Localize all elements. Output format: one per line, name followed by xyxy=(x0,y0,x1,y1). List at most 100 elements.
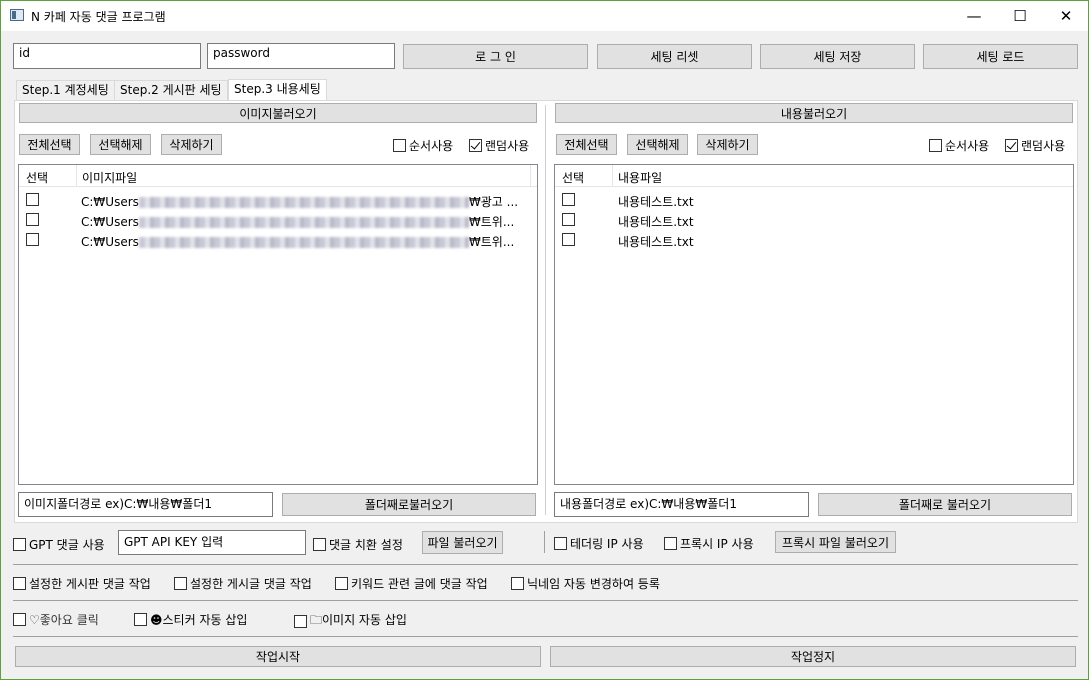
content-select-all-button[interactable]: 전체선택 xyxy=(556,134,617,155)
tab-step3-content[interactable]: Step.3 내용세팅 xyxy=(228,79,327,102)
checkbox-label: 테더링 IP 사용 xyxy=(570,537,644,551)
checkbox-box xyxy=(335,577,348,590)
board-comment-checkbox[interactable]: 설정한 게시판 댓글 작업 xyxy=(13,575,151,592)
path-prefix: C:₩Users xyxy=(81,235,139,249)
image-file-path: C:₩Users ₩트위... xyxy=(81,213,531,230)
image-random-use-checkbox[interactable]: 랜덤사용 xyxy=(469,137,529,154)
comment-replace-checkbox[interactable]: 댓글 치환 설정 xyxy=(313,536,403,553)
checkbox-label: GPT 댓글 사용 xyxy=(29,538,105,552)
checkbox-box xyxy=(13,538,26,551)
checkbox-label: 키워드 관련 글에 댓글 작업 xyxy=(351,577,488,591)
checkbox-box xyxy=(929,139,942,152)
list-item[interactable]: C:₩Users ₩트위... xyxy=(19,230,537,250)
content-file-name: 내용테스트.txt xyxy=(618,195,694,209)
path-prefix: C:₩Users xyxy=(81,195,139,209)
file-load-button[interactable]: 파일 불러오기 xyxy=(422,531,503,554)
checkbox-label: 랜덤사용 xyxy=(1021,139,1066,153)
checkbox-box xyxy=(13,613,26,626)
checkbox-box xyxy=(13,577,26,590)
checkbox-label: 랜덤사용 xyxy=(485,139,530,153)
tab-step1-account[interactable]: Step.1 계정세팅 xyxy=(16,80,115,101)
proxy-ip-checkbox[interactable]: 프록시 IP 사용 xyxy=(664,535,754,552)
column-header-select: 선택 xyxy=(562,171,585,185)
option-divider xyxy=(544,531,545,553)
password-input[interactable]: password xyxy=(207,43,395,69)
redacted-path xyxy=(138,197,469,208)
checkbox-box xyxy=(511,577,524,590)
checkbox-label: ♡좋아요 클릭 xyxy=(29,613,99,627)
id-input[interactable]: id xyxy=(13,43,201,69)
checkbox-box xyxy=(174,577,187,590)
row-checkbox[interactable] xyxy=(26,233,39,246)
image-select-all-button[interactable]: 전체선택 xyxy=(19,134,80,155)
row-checkbox[interactable] xyxy=(26,213,39,226)
list-item[interactable]: 내용테스트.txt xyxy=(555,210,1073,230)
stop-job-button[interactable]: 작업정지 xyxy=(550,646,1076,667)
content-deselect-button[interactable]: 선택해제 xyxy=(627,134,688,155)
panel-divider xyxy=(545,105,546,515)
start-job-button[interactable]: 작업시작 xyxy=(15,646,541,667)
settings-load-button[interactable]: 세팅 로드 xyxy=(923,44,1078,69)
content-delete-button[interactable]: 삭제하기 xyxy=(697,134,758,155)
image-folder-load-button[interactable]: 폴더째로불러오기 xyxy=(282,493,536,516)
path-suffix: ₩트위... xyxy=(468,215,515,229)
content-file-name: 내용테스트.txt xyxy=(618,235,694,249)
content-random-use-checkbox[interactable]: 랜덤사용 xyxy=(1005,137,1065,154)
content-order-use-checkbox[interactable]: 순서사용 xyxy=(929,137,989,154)
settings-reset-button[interactable]: 세팅 리셋 xyxy=(597,44,752,69)
list-item[interactable]: 내용테스트.txt xyxy=(555,230,1073,250)
content-folder-load-button[interactable]: 폴더째로 불러오기 xyxy=(818,493,1072,516)
tethering-ip-checkbox[interactable]: 테더링 IP 사용 xyxy=(554,535,644,552)
image-insert-checkbox[interactable]: 🗀이미지 자동 삽입 xyxy=(294,611,407,632)
redacted-path xyxy=(138,217,469,228)
gpt-comment-checkbox[interactable]: GPT 댓글 사용 xyxy=(13,536,105,553)
title-bar: N 카페 자동 댓글 프로그램 — ☐ ✕ xyxy=(1,1,1088,31)
image-load-button[interactable]: 이미지불러오기 xyxy=(19,103,537,123)
column-divider xyxy=(530,165,531,187)
path-prefix: C:₩Users xyxy=(81,215,139,229)
checkbox-label: 🗀이미지 자동 삽입 xyxy=(310,613,407,627)
gpt-api-key-input[interactable]: GPT API KEY 입력 xyxy=(118,530,306,555)
minimize-button[interactable]: — xyxy=(951,1,997,31)
close-button[interactable]: ✕ xyxy=(1043,1,1089,31)
maximize-button[interactable]: ☐ xyxy=(997,1,1043,31)
login-button[interactable]: 로 그 인 xyxy=(403,44,588,69)
content-folder-path-input[interactable]: 내용폴더경로 ex)C:₩내용₩폴더1 xyxy=(554,492,809,517)
sticker-insert-checkbox[interactable]: ☻스티커 자동 삽입 xyxy=(134,611,247,628)
post-comment-checkbox[interactable]: 설정한 게시글 댓글 작업 xyxy=(174,575,312,592)
row-checkbox[interactable] xyxy=(562,213,575,226)
row-checkbox[interactable] xyxy=(26,193,39,206)
checkbox-label: 설정한 게시판 댓글 작업 xyxy=(29,577,151,591)
path-suffix: ₩트위... xyxy=(468,235,515,249)
settings-save-button[interactable]: 세팅 저장 xyxy=(760,44,915,69)
row-checkbox[interactable] xyxy=(562,193,575,206)
image-delete-button[interactable]: 삭제하기 xyxy=(161,134,222,155)
app-window: N 카페 자동 댓글 프로그램 — ☐ ✕ id password 로 그 인 … xyxy=(0,0,1089,680)
image-order-use-checkbox[interactable]: 순서사용 xyxy=(393,137,453,154)
checkbox-label: 닉네임 자동 변경하여 등록 xyxy=(527,577,660,591)
checkbox-label: 설정한 게시글 댓글 작업 xyxy=(190,577,312,591)
list-header: 선택 내용파일 xyxy=(555,165,1073,187)
section-divider xyxy=(13,600,1078,601)
nickname-change-checkbox[interactable]: 닉네임 자동 변경하여 등록 xyxy=(511,575,660,592)
row-checkbox[interactable] xyxy=(562,233,575,246)
checkbox-box xyxy=(664,537,677,550)
tab-step2-board[interactable]: Step.2 게시판 세팅 xyxy=(114,80,228,101)
like-click-checkbox[interactable]: ♡좋아요 클릭 xyxy=(13,611,99,628)
keyword-comment-checkbox[interactable]: 키워드 관련 글에 댓글 작업 xyxy=(335,575,488,592)
list-item[interactable]: C:₩Users ₩트위... xyxy=(19,210,537,230)
image-file-list[interactable]: 선택 이미지파일 C:₩Users ₩광고 ... C:₩Users ₩트위... … xyxy=(18,164,538,485)
checkbox-box xyxy=(1005,139,1018,152)
checkbox-label: 프록시 IP 사용 xyxy=(680,537,754,551)
list-item[interactable]: C:₩Users ₩광고 ... xyxy=(19,190,537,210)
list-item[interactable]: 내용테스트.txt xyxy=(555,190,1073,210)
image-deselect-button[interactable]: 선택해제 xyxy=(90,134,151,155)
content-file-list[interactable]: 선택 내용파일 내용테스트.txt 내용테스트.txt 내용테스트.txt xyxy=(554,164,1074,485)
content-load-button[interactable]: 내용불러오기 xyxy=(555,103,1073,123)
column-divider xyxy=(612,165,613,187)
proxy-file-load-button[interactable]: 프록시 파일 불러오기 xyxy=(775,531,896,553)
image-folder-path-input[interactable]: 이미지폴더경로 ex)C:₩내용₩폴더1 xyxy=(18,492,273,517)
path-suffix: ₩광고 ... xyxy=(468,195,519,209)
app-icon xyxy=(10,9,24,21)
window-title: N 카페 자동 댓글 프로그램 xyxy=(31,10,166,24)
